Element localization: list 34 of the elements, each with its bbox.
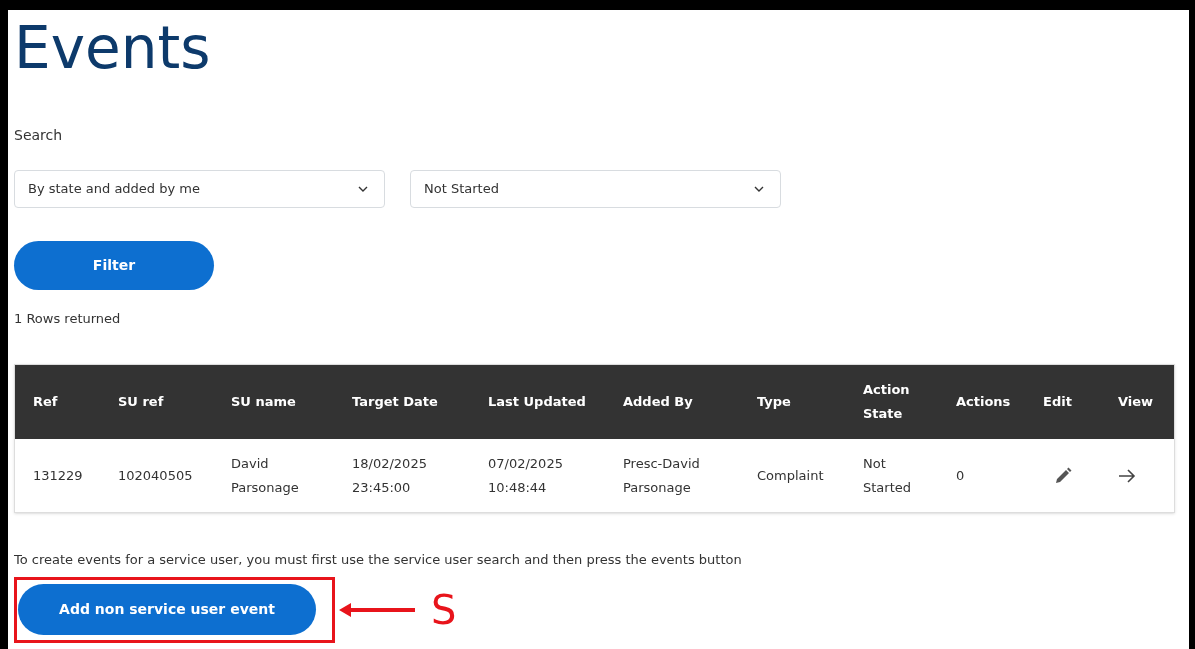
column-header: SU name <box>231 394 296 409</box>
page-title: Events <box>14 13 211 80</box>
column-header: SU ref <box>118 394 164 409</box>
table-cell: 131229 <box>33 467 83 483</box>
search-label: Search <box>14 126 63 144</box>
column-header: Ref <box>33 394 58 409</box>
rows-returned-text: 1 Rows returned <box>14 310 121 328</box>
chevron-down-icon <box>358 186 368 192</box>
table-cell: 102040505 <box>118 467 193 483</box>
add-event-button[interactable]: Add non service user event <box>18 584 316 635</box>
table-cell: Complaint <box>757 467 824 483</box>
table-cell: 07/02/2025 10:48:44 <box>488 455 563 495</box>
column-header: Added By <box>623 394 693 409</box>
column-header: Actions <box>956 394 1011 409</box>
column-header: Action State <box>863 382 910 421</box>
filter-button[interactable]: Filter <box>14 241 214 290</box>
pencil-icon[interactable] <box>1053 465 1073 486</box>
table-cell: 18/02/2025 23:45:00 <box>352 455 427 495</box>
instruction-text: To create events for a service user, you must first use the service user search and then press the events button <box>14 551 742 569</box>
dropdown[interactable]: By state and added by me <box>14 170 385 208</box>
table-cell: David Parsonage <box>231 455 299 495</box>
column-header: Type <box>757 394 791 409</box>
arrow-right-icon[interactable] <box>1118 468 1136 483</box>
table-cell: Presc-David Parsonage <box>623 455 700 495</box>
column-header: View <box>1118 394 1154 409</box>
chevron-down-icon <box>754 186 764 192</box>
table-cell: Not Started <box>863 455 911 495</box>
column-header: Last Updated <box>488 394 586 409</box>
table-cell: 0 <box>956 467 965 483</box>
dropdown[interactable]: Not Started <box>410 170 781 208</box>
column-header: Target Date <box>352 394 438 409</box>
column-header: Edit <box>1043 394 1072 409</box>
arrow-icon <box>337 602 415 618</box>
annotation-label: S <box>431 588 457 632</box>
